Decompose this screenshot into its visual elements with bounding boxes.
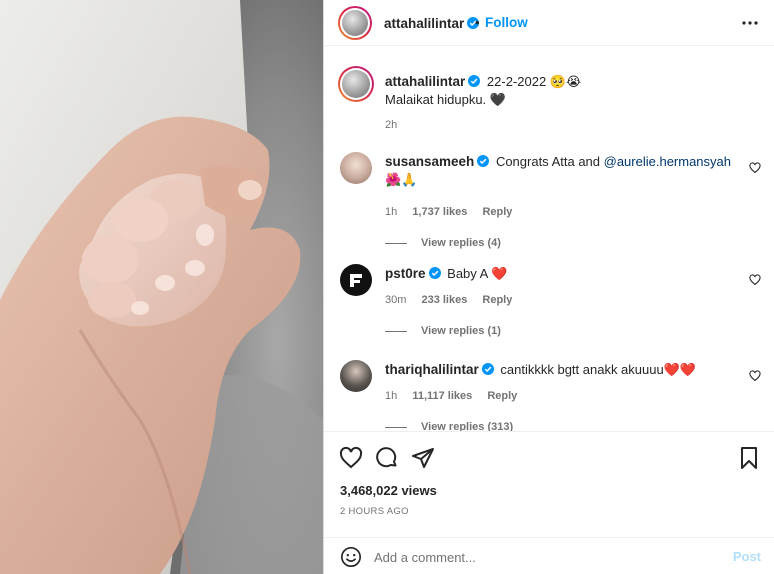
caption-row: attahalilintar 22-2-2022 🥺😭 Malaikat hid… (338, 66, 765, 138)
post-comment-button[interactable]: Post (733, 549, 761, 564)
reply-button[interactable]: Reply (482, 206, 512, 218)
bookmark-icon[interactable] (737, 446, 761, 470)
post-header: attahalilintar • Follow (324, 0, 774, 46)
caption-text: attahalilintar 22-2-2022 🥺😭 Malaikat hid… (385, 73, 735, 109)
emoji-icon[interactable] (340, 546, 362, 568)
comment-username[interactable]: thariqhalilintar (385, 362, 479, 377)
comment-body: Baby A ❤️ (447, 266, 508, 281)
comment-body-end: 🌺🙏 (385, 172, 418, 187)
add-comment-bar: Post (324, 537, 774, 574)
comment-like-icon[interactable] (749, 370, 761, 382)
post-side-panel: attahalilintar • Follow attahalilintar 2… (323, 0, 774, 574)
comment-icon[interactable] (375, 446, 399, 470)
comment-likes[interactable]: 1,737 likes (412, 206, 467, 218)
comment-input[interactable] (374, 546, 694, 568)
view-replies-button[interactable]: View replies (4) (385, 237, 501, 249)
heart-icon[interactable] (339, 446, 363, 470)
header-dot-separator: • (475, 15, 480, 30)
reply-button[interactable]: Reply (482, 294, 512, 306)
post-actions: 3,468,022 views 2 HOURS AGO Post (324, 431, 774, 574)
reply-button[interactable]: Reply (487, 390, 517, 402)
caption-body: Malaikat hidupku. 🖤 (385, 92, 506, 107)
comments-list[interactable]: attahalilintar 22-2-2022 🥺😭 Malaikat hid… (324, 46, 774, 431)
post-timestamp: 2 HOURS AGO (340, 506, 409, 517)
view-count[interactable]: 3,468,022 views (340, 483, 437, 498)
photo-illustration (0, 0, 323, 574)
comment-age: 1h (385, 390, 398, 402)
comment-meta: 1h 1,737 likes Reply (385, 206, 524, 218)
comment-age: 1h (385, 206, 398, 218)
author-username[interactable]: attahalilintar (384, 16, 464, 31)
caption-date: 22-2-2022 🥺😭 (486, 74, 582, 89)
comment-username[interactable]: susansameeh (385, 154, 474, 169)
view-replies-label: View replies (313) (421, 421, 514, 431)
comment-meta: 1h 11,117 likes Reply (385, 390, 529, 402)
comment-text: pst0re Baby A ❤️ (385, 265, 735, 283)
comment-age: 30m (385, 294, 407, 306)
comment-item: susansameeh Congrats Atta and @aurelie.h… (340, 152, 765, 252)
comment-body-start: Congrats Atta and (495, 154, 604, 169)
author-avatar[interactable] (338, 6, 372, 40)
comment-text: susansameeh Congrats Atta and @aurelie.h… (385, 153, 735, 189)
share-icon[interactable] (411, 446, 435, 470)
comment-body: cantikkkk bgtt anakk akuuuu❤️❤️ (500, 362, 697, 377)
view-replies-label: View replies (4) (421, 237, 501, 249)
comment-text: thariqhalilintar cantikkkk bgtt anakk ak… (385, 361, 735, 379)
mention-link[interactable]: @aurelie.hermansyah (604, 154, 731, 169)
follow-button[interactable]: Follow (485, 15, 528, 30)
commenter-avatar[interactable] (340, 264, 372, 296)
comment-item: thariqhalilintar cantikkkk bgtt anakk ak… (340, 360, 765, 431)
comment-like-icon[interactable] (749, 274, 761, 286)
view-replies-label: View replies (1) (421, 325, 501, 337)
caption-age: 2h (385, 119, 398, 131)
comment-like-icon[interactable] (749, 162, 761, 174)
commenter-avatar[interactable] (340, 152, 372, 184)
view-replies-line (385, 330, 407, 332)
comment-likes[interactable]: 233 likes (421, 294, 467, 306)
view-replies-line (385, 426, 407, 428)
verified-badge-icon (481, 363, 494, 375)
more-icon[interactable] (741, 14, 759, 32)
post-photo[interactable] (0, 0, 323, 574)
comment-username[interactable]: pst0re (385, 266, 426, 281)
view-replies-button[interactable]: View replies (313) (385, 421, 513, 431)
caption-meta: 2h (385, 119, 409, 131)
comment-meta: 30m 233 likes Reply (385, 294, 524, 306)
brand-logo-icon (350, 274, 362, 287)
view-replies-line (385, 242, 407, 244)
verified-badge-icon (477, 155, 490, 167)
verified-badge-icon (468, 75, 481, 87)
author-name-wrap: attahalilintar (384, 15, 480, 31)
commenter-avatar[interactable] (340, 360, 372, 392)
verified-badge-icon (428, 267, 441, 279)
comment-likes[interactable]: 11,117 likes (412, 390, 472, 402)
comment-item: pst0re Baby A ❤️ 30m 233 likes Reply Vie… (340, 264, 765, 364)
view-replies-button[interactable]: View replies (1) (385, 325, 501, 337)
caption-author-avatar[interactable] (338, 66, 374, 102)
caption-author-username[interactable]: attahalilintar (385, 74, 465, 89)
